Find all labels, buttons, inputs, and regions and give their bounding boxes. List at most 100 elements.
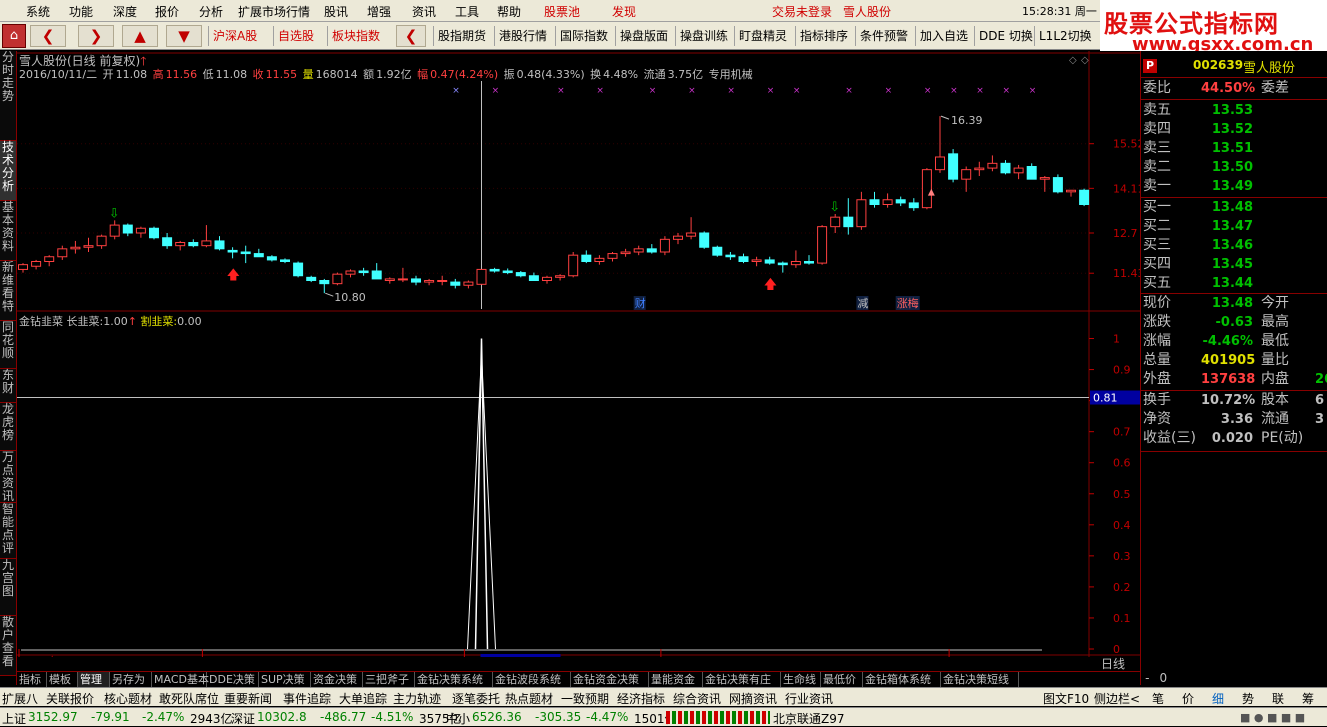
panel-tab-3[interactable]: 势 — [1242, 690, 1254, 707]
indicator-tab-16[interactable]: 金钻箱体系统 — [863, 672, 941, 687]
link-4[interactable]: 重要新闻 — [224, 690, 272, 707]
ask-row[interactable]: 卖二 13.50 — [1143, 158, 1327, 177]
f10-link[interactable]: 图文F10 — [1043, 690, 1089, 707]
ask-row[interactable]: 卖五 13.53 — [1143, 101, 1327, 120]
indicator-tab-11[interactable]: 金钻资金决策 — [571, 672, 649, 687]
ask-row[interactable]: 卖四 13.52 — [1143, 120, 1327, 139]
back-arrow-icon[interactable]: ❮ — [396, 25, 426, 47]
link-3[interactable]: 敢死队席位 — [159, 690, 219, 707]
link-10[interactable]: 一致预期 — [561, 690, 609, 707]
link-6[interactable]: 大单追踪 — [339, 690, 387, 707]
chart-canvas[interactable]: ◇◇15.5214.1112.711.4310.90.80.70.60.50.4… — [17, 51, 1140, 657]
panel-tab-1[interactable]: 价 — [1182, 690, 1194, 707]
link-1[interactable]: 关联报价 — [46, 690, 94, 707]
menu-item-2[interactable]: 深度 — [113, 3, 137, 20]
home-icon[interactable]: ⌂ — [2, 24, 26, 48]
indicator-tab-5[interactable]: DDE决策 — [207, 672, 259, 687]
toolbar-button-10[interactable]: 条件预警 — [857, 26, 911, 46]
menu-item-0[interactable]: 系统 — [26, 3, 50, 20]
menu-item-9[interactable]: 工具 — [455, 3, 479, 20]
left-tab-7[interactable]: 万点资讯 — [0, 451, 16, 503]
toolbar-button-2[interactable]: 板块指数 — [329, 26, 383, 46]
left-tab-8[interactable]: 智能点评 — [0, 503, 16, 559]
indicator-tab-2[interactable]: 管理 — [78, 672, 110, 687]
indicator-tab-1[interactable]: 模板 — [47, 672, 78, 687]
down-arrow-icon[interactable]: ▼ — [166, 25, 202, 47]
indicator-tab-15[interactable]: 最低价 — [821, 672, 863, 687]
zoom-reset-button[interactable]: 0 — [1159, 671, 1167, 685]
toolbar-button-1[interactable]: 自选股 — [275, 26, 317, 46]
menu-item-6[interactable]: 股讯 — [324, 3, 348, 20]
menu-item-1[interactable]: 功能 — [69, 3, 93, 20]
toolbar-button-4[interactable]: 港股行情 — [496, 26, 550, 46]
left-tab-1[interactable]: 技术分析 — [0, 141, 16, 201]
panel-tab-2[interactable]: 细 — [1212, 690, 1224, 707]
panel-tab-5[interactable]: 筹 — [1302, 690, 1314, 707]
toolbar-button-12[interactable]: DDE 切换 — [976, 26, 1036, 46]
indicator-tab-4[interactable]: MACD基本 — [152, 672, 209, 687]
toolbar-button-11[interactable]: 加入自选 — [917, 26, 971, 46]
left-tab-3[interactable]: 新维看特 — [0, 261, 16, 321]
menu-item-10[interactable]: 帮助 — [497, 3, 521, 20]
indicator-tab-9[interactable]: 金钻决策系统 — [415, 672, 493, 687]
indicator-tab-7[interactable]: 资金决策 — [311, 672, 363, 687]
link-2[interactable]: 核心题材 — [104, 690, 152, 707]
period-label[interactable]: 日线 — [1101, 655, 1125, 672]
menu-item-4[interactable]: 分析 — [199, 3, 223, 20]
toolbar-button-9[interactable]: 指标排序 — [797, 26, 851, 46]
link-9[interactable]: 热点题材 — [505, 690, 553, 707]
left-tab-2[interactable]: 基本资料 — [0, 201, 16, 261]
left-arrow-icon[interactable]: ❮ — [30, 25, 66, 47]
ask-row[interactable]: 卖三 13.51 — [1143, 139, 1327, 158]
login-status[interactable]: 交易未登录 — [772, 3, 832, 20]
chart-area[interactable]: ◇◇15.5214.1112.711.4310.90.80.70.60.50.4… — [17, 51, 1140, 657]
zoom-out-button[interactable]: - — [1145, 671, 1149, 685]
indicator-tab-6[interactable]: SUP决策 — [259, 672, 311, 687]
bid-row[interactable]: 买一 13.48 — [1143, 198, 1327, 217]
indicator-tab-10[interactable]: 金钻波段系统 — [493, 672, 571, 687]
toolbar-button-0[interactable]: 沪深A股 — [210, 26, 260, 46]
toolbar-button-5[interactable]: 国际指数 — [557, 26, 611, 46]
right-arrow-icon[interactable]: ❯ — [78, 25, 114, 47]
toolbar-button-7[interactable]: 操盘训练 — [677, 26, 731, 46]
bid-row[interactable]: 买三 13.46 — [1143, 236, 1327, 255]
left-tab-0[interactable]: 分时走势 — [0, 51, 16, 141]
link-7[interactable]: 主力轨迹 — [393, 690, 441, 707]
link-14[interactable]: 行业资讯 — [785, 690, 833, 707]
panel-tab-4[interactable]: 联 — [1272, 690, 1284, 707]
panel-tab-0[interactable]: 笔 — [1152, 690, 1164, 707]
link-8[interactable]: 逐笔委托 — [452, 690, 500, 707]
bid-row[interactable]: 买二 13.47 — [1143, 217, 1327, 236]
up-arrow-icon[interactable]: ▲ — [122, 25, 158, 47]
left-tab-10[interactable]: 散户查看 — [0, 616, 16, 676]
bid-row[interactable]: 买五 13.44 — [1143, 274, 1327, 293]
bid-row[interactable]: 买四 13.45 — [1143, 255, 1327, 274]
discover-menu[interactable]: 发现 — [612, 3, 636, 20]
link-13[interactable]: 网摘资讯 — [729, 690, 777, 707]
link-12[interactable]: 综合资讯 — [673, 690, 721, 707]
link-5[interactable]: 事件追踪 — [283, 690, 331, 707]
link-0[interactable]: 扩展八 — [2, 690, 38, 707]
toolbar-button-3[interactable]: 股指期货 — [435, 26, 489, 46]
left-tab-4[interactable]: 同花顺 — [0, 321, 16, 369]
left-tab-5[interactable]: 东财 — [0, 369, 16, 403]
indicator-tab-14[interactable]: 生命线 — [781, 672, 821, 687]
toolbar-button-6[interactable]: 操盘版面 — [617, 26, 671, 46]
menu-item-5[interactable]: 扩展市场行情 — [238, 3, 310, 20]
menu-item-7[interactable]: 增强 — [367, 3, 391, 20]
indicator-tab-17[interactable]: 金钻决策短线 — [941, 672, 1019, 687]
left-tab-6[interactable]: 龙虎榜 — [0, 403, 16, 451]
menu-item-3[interactable]: 报价 — [155, 3, 179, 20]
menu-item-8[interactable]: 资讯 — [412, 3, 436, 20]
indicator-tab-13[interactable]: 金钻决策有庄 — [703, 672, 781, 687]
link-11[interactable]: 经济指标 — [617, 690, 665, 707]
indicator-tab-3[interactable]: 另存为 — [110, 672, 152, 687]
indicator-tab-8[interactable]: 三把斧子 — [363, 672, 415, 687]
stock-pool-menu[interactable]: 股票池 — [544, 3, 580, 20]
indicator-tab-12[interactable]: 量能资金 — [649, 672, 703, 687]
toolbar-button-13[interactable]: L1L2切换 — [1036, 26, 1095, 46]
indicator-tab-0[interactable]: 指标 — [17, 672, 47, 687]
toolbar-button-8[interactable]: 盯盘精灵 — [736, 26, 790, 46]
left-tab-9[interactable]: 九宫图 — [0, 559, 16, 616]
ask-row[interactable]: 卖一 13.49 — [1143, 177, 1327, 196]
